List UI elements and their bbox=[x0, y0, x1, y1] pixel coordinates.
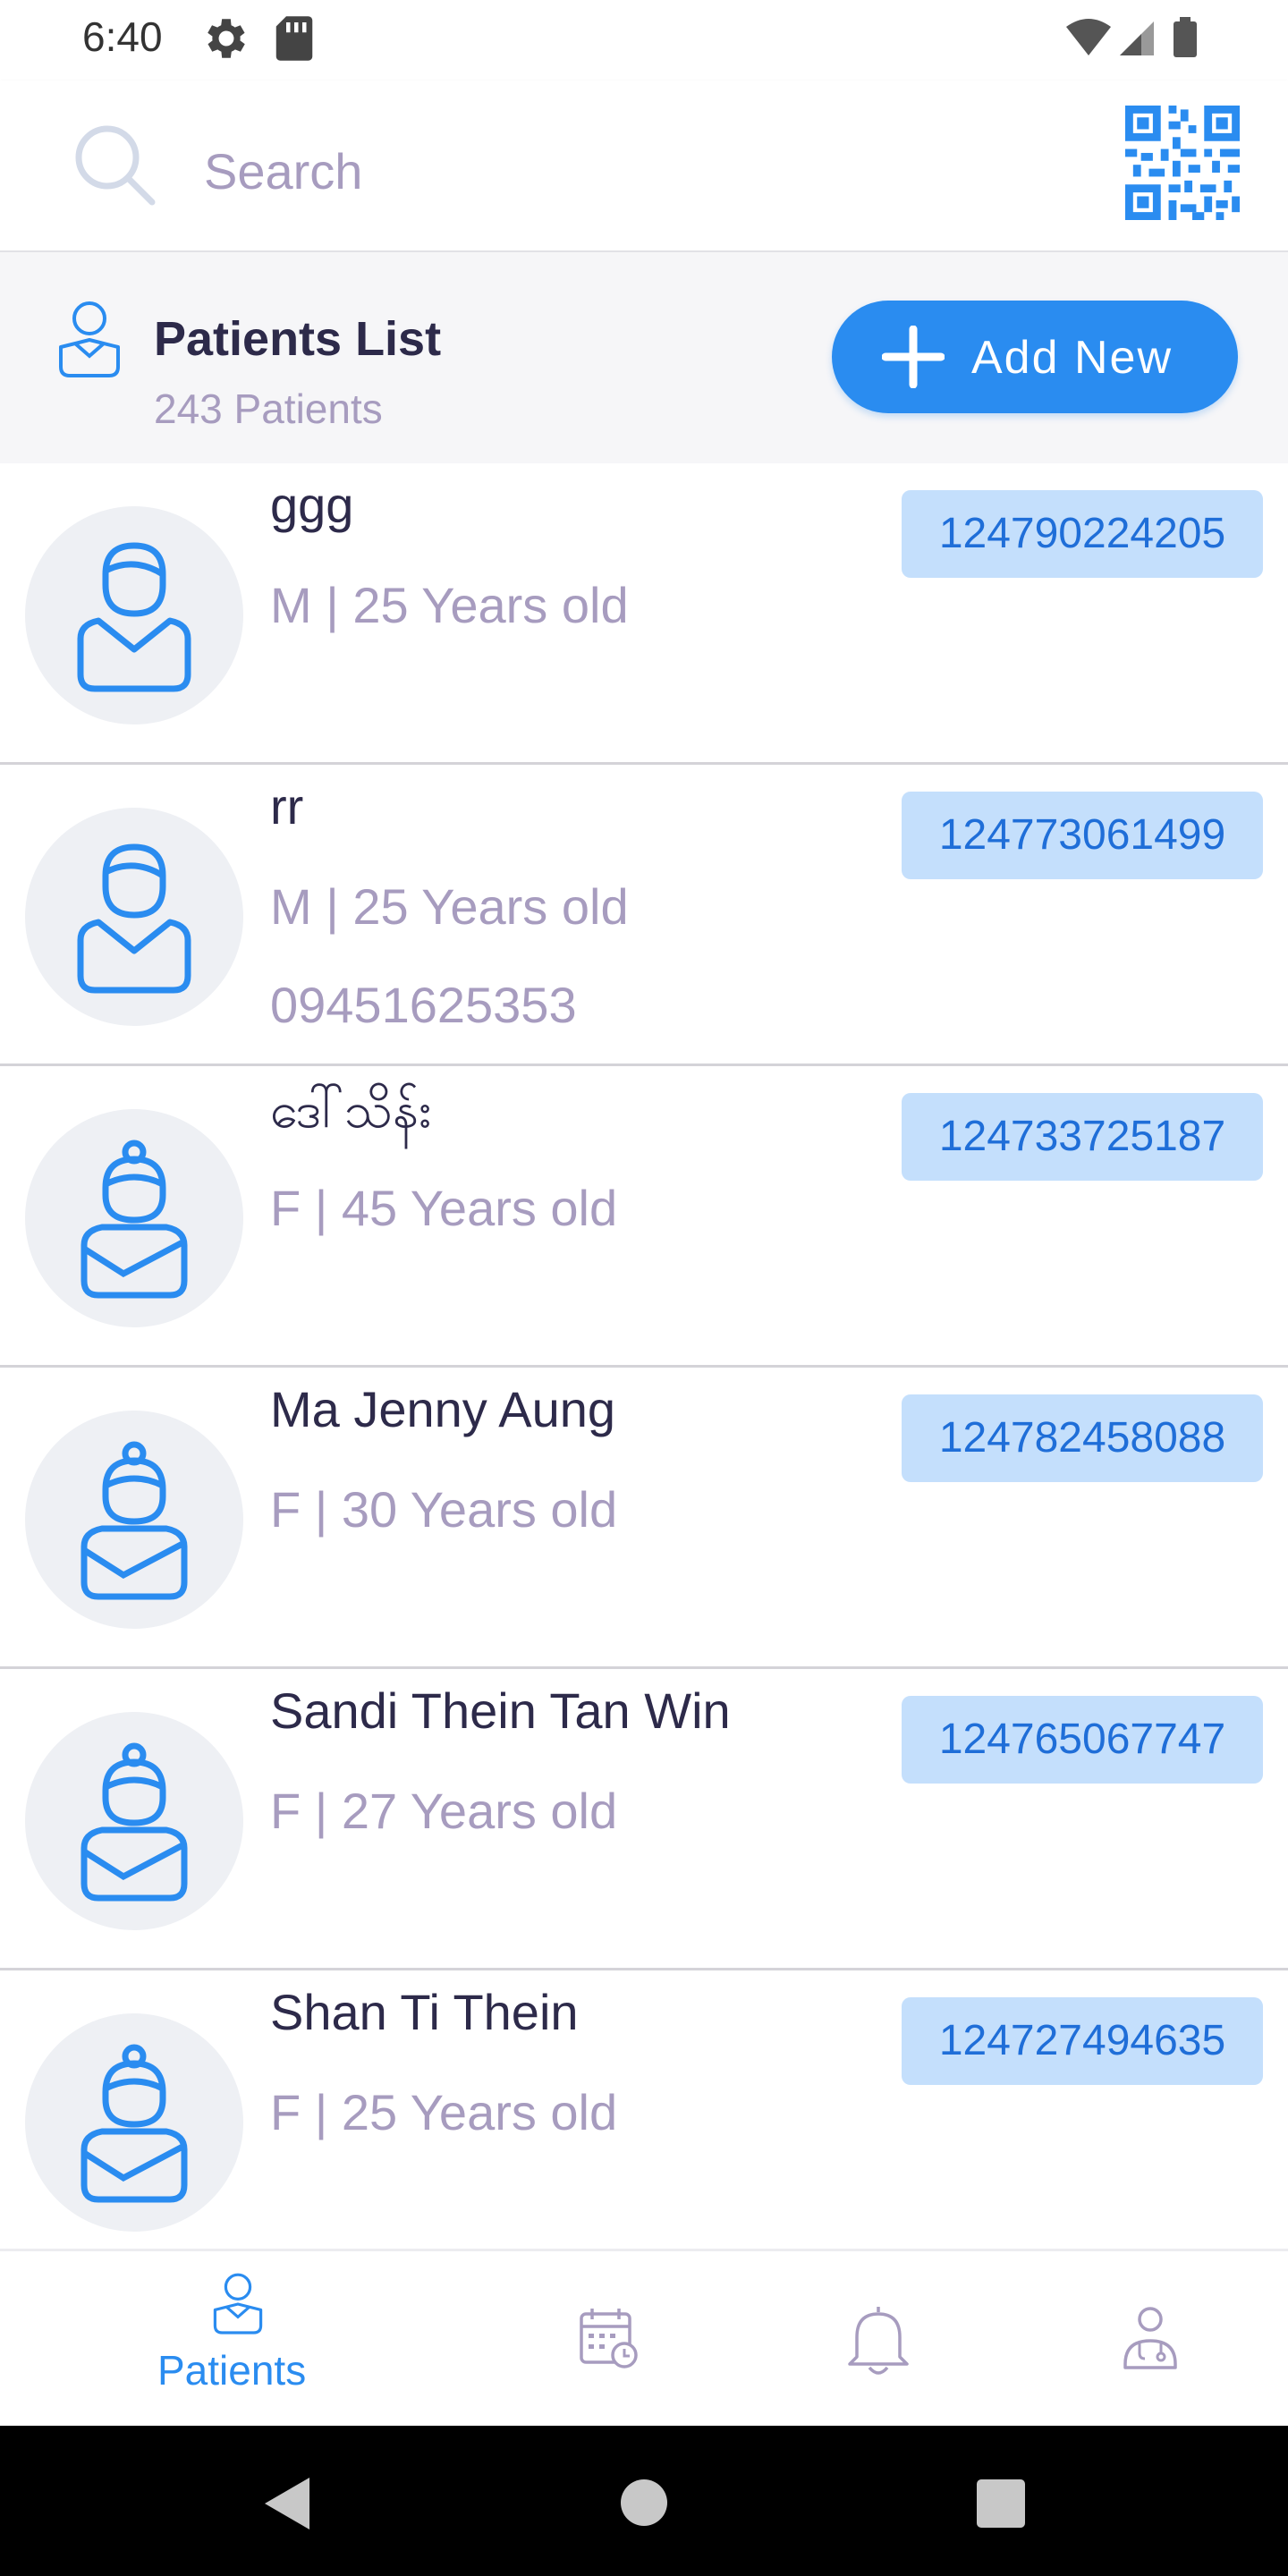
nav-item-patients[interactable]: Patients bbox=[131, 2251, 345, 2428]
patient-gender-age: F | 27 Years old bbox=[270, 1783, 618, 1839]
patient-gender-age: F | 25 Years old bbox=[270, 2084, 618, 2140]
patient-id-badge: 124733725187 bbox=[902, 1093, 1263, 1181]
patient-row[interactable]: ggg M | 25 Years old 124790224205 bbox=[0, 463, 1288, 765]
patient-id-badge: 124773061499 bbox=[902, 792, 1263, 879]
patient-gender-age: F | 30 Years old bbox=[270, 1481, 618, 1538]
add-new-button[interactable]: Add New bbox=[832, 301, 1238, 413]
avatar bbox=[25, 808, 243, 1026]
nav-item-notifications[interactable] bbox=[773, 2251, 987, 2428]
patient-list: ggg M | 25 Years old 124790224205 rr M |… bbox=[0, 463, 1288, 2249]
status-bar: 6:40 bbox=[0, 0, 1288, 80]
patient-row[interactable]: Shan Ti Thein F | 25 Years old 124727494… bbox=[0, 1970, 1288, 2249]
patients-list-header: Patients List 243 Patients Add New bbox=[0, 252, 1288, 463]
patient-icon bbox=[59, 301, 120, 377]
search-bar bbox=[0, 80, 1288, 252]
female-patient-icon bbox=[80, 2044, 188, 2203]
qr-code-icon[interactable] bbox=[1125, 106, 1240, 220]
patient-count: 243 Patients bbox=[154, 386, 383, 432]
female-patient-icon bbox=[80, 1441, 188, 1600]
avatar bbox=[25, 1712, 243, 1930]
avatar bbox=[25, 1411, 243, 1629]
wifi-icon bbox=[1066, 19, 1111, 55]
plus-icon bbox=[882, 326, 945, 388]
bottom-nav: Patients bbox=[0, 2249, 1288, 2428]
patient-id-badge: 124782458088 bbox=[902, 1394, 1263, 1482]
nav-item-appointments[interactable] bbox=[501, 2251, 716, 2428]
patient-id-badge: 124765067747 bbox=[902, 1696, 1263, 1784]
status-time: 6:40 bbox=[82, 13, 163, 60]
patient-gender-age: M | 25 Years old bbox=[270, 878, 629, 935]
patient-row[interactable]: Ma Jenny Aung F | 30 Years old 124782458… bbox=[0, 1368, 1288, 1669]
nav-label-patients: Patients bbox=[157, 2347, 307, 2394]
avatar bbox=[25, 506, 243, 724]
status-indicators bbox=[1066, 17, 1197, 57]
male-patient-icon bbox=[77, 542, 191, 692]
male-patient-icon bbox=[77, 843, 191, 994]
doctor-icon bbox=[1123, 2307, 1177, 2369]
patient-row[interactable]: ဒေါ်သိန်း F | 45 Years old 124733725187 bbox=[0, 1066, 1288, 1368]
search-icon bbox=[75, 125, 156, 206]
patient-id-badge: 124790224205 bbox=[902, 490, 1263, 578]
patient-id-badge: 124727494635 bbox=[902, 1997, 1263, 2085]
sd-card-icon bbox=[275, 16, 313, 61]
patient-phone: 09451625353 bbox=[270, 977, 577, 1033]
avatar bbox=[25, 2013, 243, 2232]
patient-name: rr bbox=[270, 778, 304, 835]
patient-name: Ma Jenny Aung bbox=[270, 1381, 616, 1437]
calendar-clock-icon bbox=[580, 2309, 638, 2368]
patient-icon bbox=[213, 2273, 263, 2334]
search-input[interactable] bbox=[202, 134, 1011, 208]
bell-icon bbox=[848, 2307, 909, 2375]
patient-gender-age: M | 25 Years old bbox=[270, 577, 629, 633]
avatar bbox=[25, 1109, 243, 1327]
home-icon[interactable] bbox=[621, 2479, 667, 2526]
page-title: Patients List bbox=[154, 312, 442, 366]
gear-icon bbox=[208, 19, 245, 58]
patient-row[interactable]: rr M | 25 Years old 09451625353 12477306… bbox=[0, 765, 1288, 1066]
patient-name: ggg bbox=[270, 477, 354, 533]
recents-icon[interactable] bbox=[977, 2479, 1025, 2528]
system-nav-bar bbox=[0, 2426, 1288, 2576]
female-patient-icon bbox=[80, 1140, 188, 1299]
add-new-label: Add New bbox=[971, 332, 1173, 384]
patient-name: Shan Ti Thein bbox=[270, 1984, 579, 2040]
female-patient-icon bbox=[80, 1742, 188, 1902]
patient-row[interactable]: Sandi Thein Tan Win F | 27 Years old 124… bbox=[0, 1669, 1288, 1970]
battery-icon bbox=[1174, 21, 1197, 57]
patient-gender-age: F | 45 Years old bbox=[270, 1180, 618, 1236]
back-icon[interactable] bbox=[258, 2472, 320, 2535]
nav-item-profile[interactable] bbox=[1043, 2251, 1258, 2428]
patient-name: ဒေါ်သိန်း bbox=[270, 1081, 432, 1138]
patient-name: Sandi Thein Tan Win bbox=[270, 1682, 731, 1739]
